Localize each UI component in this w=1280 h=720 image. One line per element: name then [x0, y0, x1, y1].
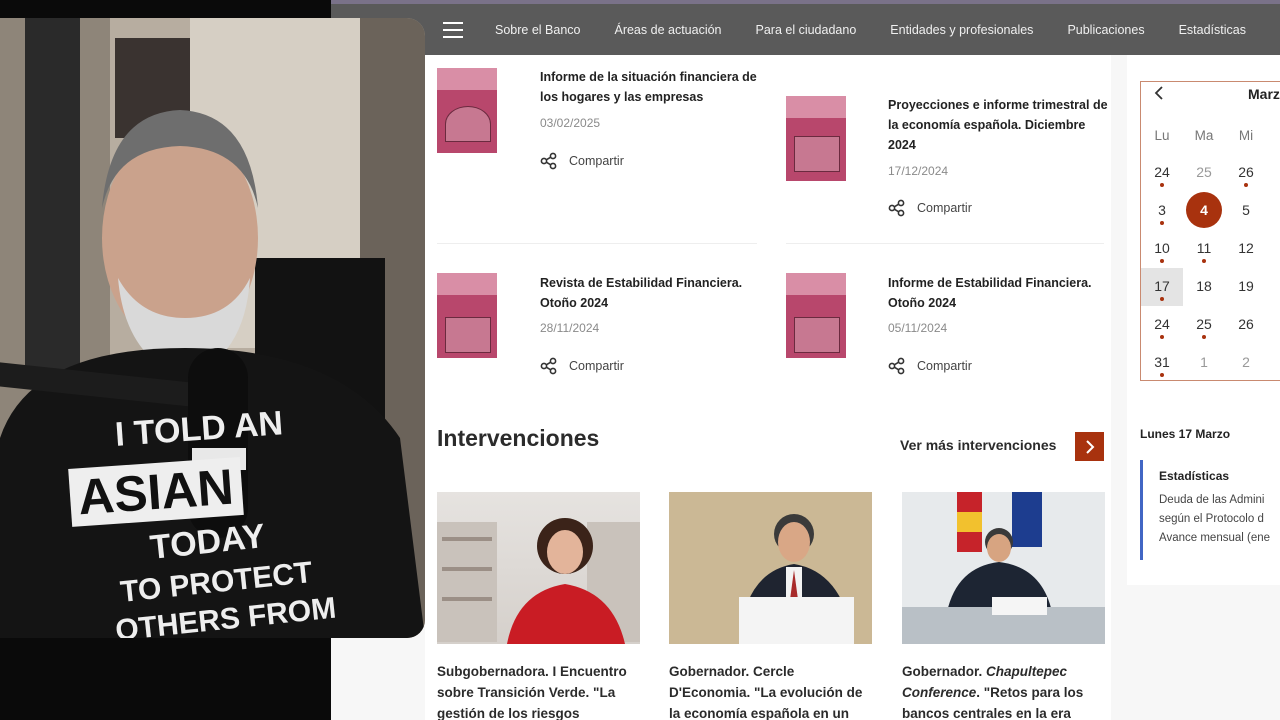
intervention-title[interactable]: Gobernador. Cercle D'Economia. "La evolu… — [669, 661, 872, 720]
publication-cover[interactable] — [437, 273, 497, 358]
calendar-day[interactable]: 5 — [1231, 198, 1261, 222]
calendar: Marz Lu Ma Mi 24 25 26 3 4 5 10 11 12 17 — [1140, 81, 1280, 381]
calendar-month: Marz — [1248, 86, 1280, 102]
event-dot — [1160, 373, 1164, 377]
calendar-day[interactable]: 26 — [1231, 312, 1261, 336]
calendar-day[interactable]: 26 — [1231, 160, 1261, 184]
main-nav: Sobre el Banco Áreas de actuación Para e… — [495, 4, 1280, 55]
bank-website: Sobre el Banco Áreas de actuación Para e… — [331, 0, 1280, 720]
share-button[interactable]: Compartir — [540, 152, 624, 170]
publication-title[interactable]: Informe de la situación financiera de lo… — [540, 67, 760, 107]
publication-cover[interactable] — [786, 96, 846, 181]
calendar-day[interactable]: 3 — [1147, 198, 1177, 222]
calendar-day[interactable]: 12 — [1231, 236, 1261, 260]
main-content: Informe de la situación financiera de lo… — [425, 55, 1111, 720]
publication-date: 05/11/2024 — [888, 321, 948, 335]
intervention-photo[interactable] — [437, 492, 640, 644]
share-icon — [540, 357, 557, 375]
divider — [437, 243, 757, 244]
share-button[interactable]: Compartir — [888, 357, 972, 375]
publication-title[interactable]: Revista de Estabilidad Financiera. Otoño… — [540, 273, 760, 313]
publication-title[interactable]: Proyecciones e informe trimestral de la … — [888, 95, 1108, 155]
calendar-today[interactable]: 4 — [1186, 192, 1222, 228]
calendar-day[interactable]: 31 — [1147, 350, 1177, 374]
calendar-day[interactable]: 2 — [1231, 350, 1261, 374]
calendar-day[interactable]: 1 — [1189, 350, 1219, 374]
nav-publicaciones[interactable]: Publicaciones — [1067, 23, 1144, 37]
more-interventions-button[interactable] — [1075, 432, 1104, 461]
calendar-day-selected[interactable]: 17 — [1147, 274, 1177, 298]
webcam-overlay: I TOLD AN ASIAN TODAY TO PROTECT OTHERS … — [0, 18, 425, 638]
selected-date-heading: Lunes 17 Marzo — [1140, 427, 1231, 441]
nav-entidades-y-profesionales[interactable]: Entidades y profesionales — [890, 23, 1033, 37]
intervention-title[interactable]: Gobernador. Chapultepec Conference. "Ret… — [902, 661, 1105, 720]
shirt-line: TODAY — [148, 517, 267, 567]
event-dot — [1160, 259, 1164, 263]
chevron-left-icon — [1154, 86, 1163, 100]
weekday-label: Lu — [1154, 128, 1170, 143]
calendar-day[interactable]: 24 — [1147, 160, 1177, 184]
share-icon — [888, 199, 905, 217]
calendar-day[interactable]: 11 — [1189, 236, 1219, 260]
shirt-line: I TOLD AN — [113, 404, 285, 454]
divider — [786, 243, 1104, 244]
calendar-day[interactable]: 18 — [1189, 274, 1219, 298]
publication-date: 03/02/2025 — [540, 116, 601, 130]
share-label: Compartir — [569, 154, 624, 168]
calendar-day[interactable]: 25 — [1189, 312, 1219, 336]
publication-cover[interactable] — [786, 273, 846, 358]
calendar-day[interactable]: 10 — [1147, 236, 1177, 260]
publication-date: 17/12/2024 — [888, 164, 949, 178]
calendar-day[interactable]: 24 — [1147, 312, 1177, 336]
nav-estadisticas[interactable]: Estadísticas — [1179, 23, 1246, 37]
event-dot — [1160, 297, 1164, 301]
nav-para-el-ciudadano[interactable]: Para el ciudadano — [756, 23, 857, 37]
event-dot — [1202, 335, 1206, 339]
chevron-right-icon — [1085, 439, 1094, 454]
weekday-label: Mi — [1238, 128, 1254, 143]
calendar-day[interactable]: 19 — [1231, 274, 1261, 298]
shirt-line: ASIAN — [68, 457, 244, 527]
nav-areas-de-actuacion[interactable]: Áreas de actuación — [614, 23, 721, 37]
weekday-label: Ma — [1194, 128, 1214, 143]
publication-title[interactable]: Informe de Estabilidad Financiera. Otoño… — [888, 273, 1108, 313]
share-label: Compartir — [917, 359, 972, 373]
share-button[interactable]: Compartir — [540, 357, 624, 375]
section-title: Intervenciones — [437, 425, 600, 451]
share-label: Compartir — [917, 201, 972, 215]
intervention-photo[interactable] — [902, 492, 1105, 644]
top-navbar: Sobre el Banco Áreas de actuación Para e… — [331, 0, 1280, 55]
calendar-prev-button[interactable] — [1153, 85, 1165, 106]
share-label: Compartir — [569, 359, 624, 373]
event-dot — [1160, 183, 1164, 187]
calendar-event[interactable]: Estadísticas Deuda de las Admini según e… — [1140, 460, 1280, 560]
share-icon — [888, 357, 905, 375]
event-dot — [1160, 335, 1164, 339]
event-dot — [1202, 259, 1206, 263]
intervention-photo[interactable] — [669, 492, 872, 644]
publication-cover[interactable] — [437, 68, 497, 153]
nav-sobre-el-banco[interactable]: Sobre el Banco — [495, 23, 580, 37]
event-description-line: Avance mensual (ene — [1159, 532, 1271, 544]
event-description-line: Deuda de las Admini — [1159, 494, 1265, 506]
hamburger-menu-icon[interactable] — [443, 22, 463, 38]
event-description-line: según el Protocolo d — [1159, 513, 1264, 525]
event-category: Estadísticas — [1159, 469, 1230, 483]
calendar-day[interactable]: 25 — [1189, 160, 1219, 184]
more-interventions-link[interactable]: Ver más intervenciones — [900, 437, 1056, 453]
share-icon — [540, 152, 557, 170]
intervention-title[interactable]: Subgobernadora. I Encuentro sobre Transi… — [437, 661, 640, 720]
publication-date: 28/11/2024 — [540, 321, 600, 335]
event-dot — [1244, 183, 1248, 187]
share-button[interactable]: Compartir — [888, 199, 972, 217]
event-dot — [1160, 221, 1164, 225]
shirt-text: I TOLD AN ASIAN TODAY TO PROTECT OTHERS … — [0, 18, 425, 638]
calendar-sidebar: Marz Lu Ma Mi 24 25 26 3 4 5 10 11 12 17 — [1127, 55, 1280, 585]
